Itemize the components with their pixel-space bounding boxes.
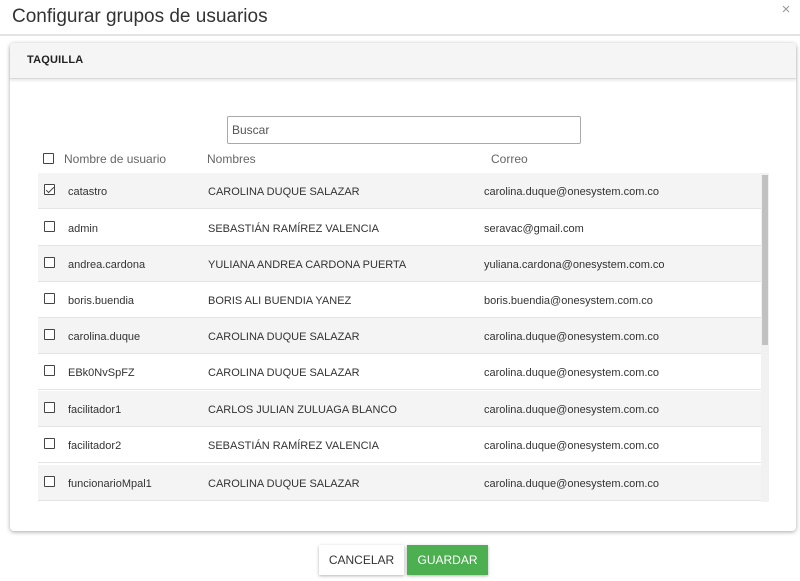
table-row[interactable]: andrea.cardona YULIANA ANDREA CARDONA PUE… [38,246,769,282]
table-row[interactable]: funcionarioMpal1 CAROLINA DUQUE SALAZAR ca… [38,465,769,501]
cell-email: carolina.duque@onesystem.com.co [484,186,660,198]
cell-email: carolina.duque@onesystem.com.co [484,478,660,490]
cell-username: andrea.cardona [68,259,146,271]
cell-email: carolina.duque@onesystem.com.co [484,440,660,452]
select-all-checkbox[interactable] [43,153,54,164]
cell-names: CAROLINA DUQUE SALAZAR [208,331,360,343]
cell-email: seravac@gmail.com [484,223,584,235]
card-header: TAQUILLA [10,43,796,79]
table-row[interactable]: facilitador2 SEBASTIÁN RAMÍREZ VALENCIA ca… [38,427,769,463]
column-header-names[interactable]: Nombres [207,152,256,166]
cell-email: carolina.duque@onesystem.com.co [484,367,660,379]
cell-username: facilitador1 [68,404,122,416]
table-row[interactable]: EBk0NvSpFZ CAROLINA DUQUE SALAZAR carolina… [38,354,769,390]
table-row[interactable]: boris.buendia BORIS ALI BUENDIA YANEZ bori… [38,282,769,318]
row-checkbox[interactable] [44,184,55,195]
cell-username: carolina.duque [68,331,141,343]
cell-username: admin [68,223,98,235]
users-table: catastro CAROLINA DUQUE SALAZAR carolina.d… [38,173,769,502]
table-row[interactable]: admin SEBASTIÁN RAMÍREZ VALENCIA seravac@g… [38,210,769,246]
row-checkbox[interactable] [44,221,55,232]
search-input[interactable] [227,116,581,144]
row-checkbox[interactable] [44,329,55,340]
cell-username: facilitador2 [68,440,122,452]
column-header-email[interactable]: Correo [491,152,528,166]
cell-names: CAROLINA DUQUE SALAZAR [208,367,360,379]
cell-username: boris.buendia [68,295,135,307]
cell-names: YULIANA ANDREA CARDONA PUERTA [208,259,407,271]
cell-username: catastro [68,186,108,198]
close-icon[interactable]: × [778,2,794,18]
header-divider [0,34,800,36]
cell-email: yuliana.cardona@onesystem.com.co [484,259,665,271]
table-row[interactable]: catastro CAROLINA DUQUE SALAZAR carolina.d… [38,173,769,209]
row-checkbox[interactable] [44,293,55,304]
modal-title: Configurar grupos de usuarios [12,6,268,27]
cell-names: BORIS ALI BUENDIA YANEZ [208,295,352,307]
cell-names: CAROLINA DUQUE SALAZAR [208,186,360,198]
table-row[interactable]: carolina.duque CAROLINA DUQUE SALAZAR caro… [38,318,769,354]
row-checkbox[interactable] [44,476,55,487]
cell-email: carolina.duque@onesystem.com.co [484,404,660,416]
modal-header: Configurar grupos de usuarios × [0,0,800,36]
cell-email: carolina.duque@onesystem.com.co [484,331,660,343]
column-header-username[interactable]: Nombre de usuario [64,152,166,166]
cell-email: boris.buendia@onesystem.com.co [484,295,653,307]
cell-names: SEBASTIÁN RAMÍREZ VALENCIA [208,223,379,235]
row-checkbox[interactable] [44,365,55,376]
cell-names: CARLOS JULIAN ZULUAGA BLANCO [208,404,397,416]
table-scrollbar-thumb[interactable] [762,175,768,345]
cell-names: SEBASTIÁN RAMÍREZ VALENCIA [208,440,379,452]
save-button[interactable]: GUARDAR [407,545,488,575]
cancel-button[interactable]: CANCELAR [319,545,404,575]
row-checkbox[interactable] [44,257,55,268]
cell-username: EBk0NvSpFZ [68,367,135,379]
card-title: TAQUILLA [27,54,84,66]
cell-username: funcionarioMpal1 [68,478,152,490]
select-all-checkbox-wrap[interactable] [43,153,54,164]
row-checkbox[interactable] [44,402,55,413]
row-checkbox[interactable] [44,438,55,449]
cell-names: CAROLINA DUQUE SALAZAR [208,478,360,490]
table-row[interactable]: facilitador1 CARLOS JULIAN ZULUAGA BLANCO… [38,391,769,427]
